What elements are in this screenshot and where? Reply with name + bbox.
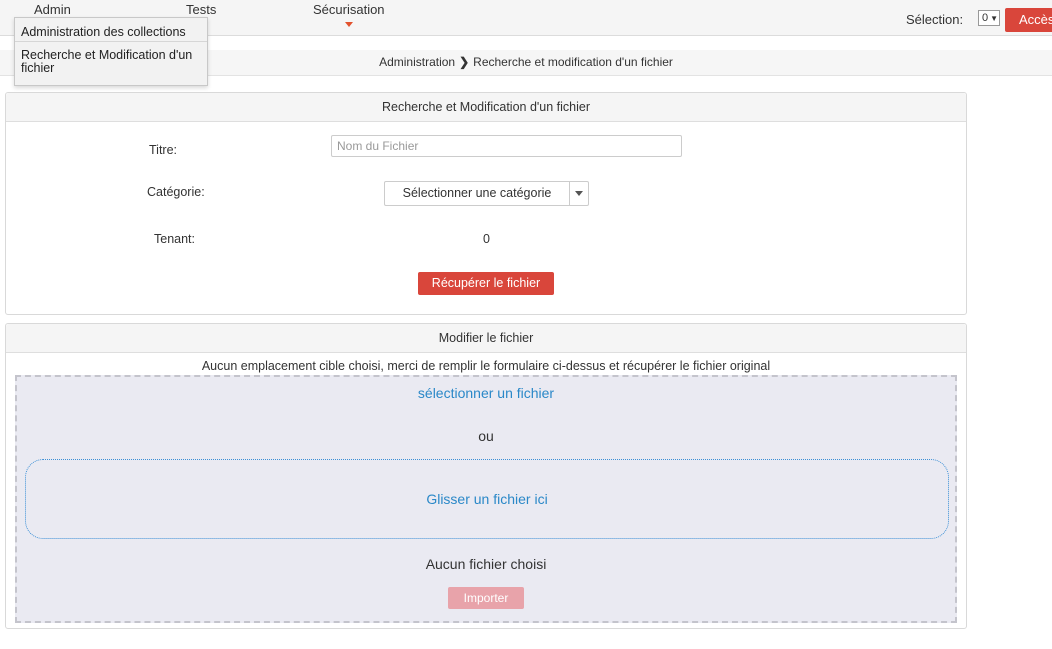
no-target-info: Aucun emplacement cible choisi, merci de… — [201, 359, 771, 373]
nav-item-tests[interactable]: Tests — [186, 2, 216, 17]
search-panel: Recherche et Modification d'un fichier T… — [5, 92, 967, 315]
retrieve-file-button[interactable]: Récupérer le fichier — [418, 272, 554, 295]
or-separator: ou — [478, 428, 494, 444]
selection-label: Sélection: — [906, 12, 964, 27]
upload-zone: sélectionner un fichier ou Glisser un fi… — [15, 375, 957, 623]
selection-select[interactable]: 0 ▼ — [978, 10, 1000, 26]
selection-value: 0 — [982, 12, 989, 24]
menu-item-recherche-modification[interactable]: Recherche et Modification d'un fichier — [21, 49, 192, 75]
dropdown-arrow-icon: ▼ — [990, 14, 999, 23]
caret-down-icon — [345, 22, 353, 27]
import-button[interactable]: Importer — [448, 587, 524, 609]
nav-item-admin[interactable]: Admin — [34, 2, 71, 17]
modify-panel: Modifier le fichier Aucun emplacement ci… — [5, 323, 967, 629]
menu-item-administration-collections[interactable]: Administration des collections — [21, 26, 186, 39]
category-select[interactable]: Sélectionner une catégorie — [384, 181, 589, 206]
select-file-link[interactable]: sélectionner un fichier — [17, 385, 955, 401]
modify-panel-title: Modifier le fichier — [6, 324, 966, 353]
menu-item-label-line2: fichier — [21, 61, 55, 75]
title-input[interactable] — [331, 135, 682, 157]
drop-file-area[interactable]: Glisser un fichier ici — [25, 459, 949, 539]
no-file-chosen: Aucun fichier choisi — [425, 556, 547, 572]
title-label: Titre: — [149, 143, 178, 157]
category-selected-value: Sélectionner une catégorie — [385, 182, 570, 205]
tenant-value: 0 — [483, 232, 490, 246]
nav-item-securisation[interactable]: Sécurisation — [313, 2, 385, 17]
admin-dropdown-menu: Administration des collections Recherche… — [14, 17, 208, 86]
tenant-label: Tenant: — [154, 232, 196, 246]
breadcrumb-parent[interactable]: Administration — [379, 55, 455, 69]
breadcrumb-current: Recherche et modification d'un fichier — [473, 55, 673, 69]
menu-divider — [15, 41, 207, 42]
search-panel-title: Recherche et Modification d'un fichier — [6, 93, 966, 122]
access-button[interactable]: Accès — [1005, 8, 1052, 32]
chevron-down-icon — [575, 191, 583, 196]
chevron-right-icon: ❯ — [459, 55, 470, 69]
category-label: Catégorie: — [147, 185, 205, 199]
